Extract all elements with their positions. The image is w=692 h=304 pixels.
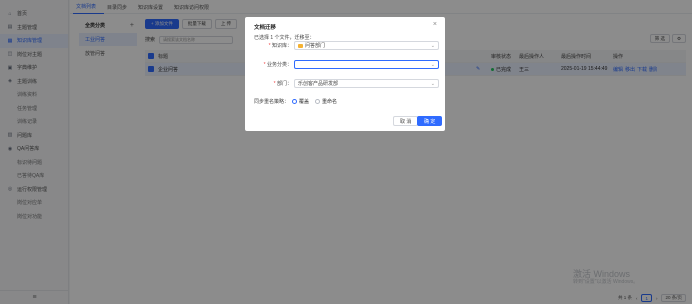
field-label: * 知识库： (268, 43, 292, 49)
radio-selected-icon (292, 99, 298, 105)
field-label: * 部门： (273, 81, 292, 87)
close-icon[interactable]: × (433, 21, 437, 28)
knowledge-base-select[interactable]: 问答部门 ⌄ (294, 41, 439, 50)
strategy-label: 同步重名策略： (254, 99, 290, 105)
field-label: * 业务分类： (263, 62, 292, 68)
migrate-dialog: 文档迁移 × 已选择 1 个文件，迁移至： * 知识库： 问答部门 ⌄ * 业务… (245, 17, 445, 131)
selection-summary: 已选择 1 个文件，迁移至： (254, 35, 315, 41)
chevron-down-icon: ⌄ (430, 42, 435, 49)
confirm-button[interactable]: 确 定 (417, 116, 443, 126)
chevron-down-icon: ⌄ (430, 61, 435, 68)
field-knowledge-base: * 知识库： 问答部门 ⌄ (254, 41, 439, 50)
folder-icon (298, 43, 303, 48)
strategy-overwrite-radio[interactable]: 覆盖 (292, 98, 309, 105)
field-business-category: * 业务分类： ⌄ (254, 60, 439, 69)
field-strategy: 同步重名策略： 覆盖 重命名 (254, 97, 337, 106)
business-category-select[interactable]: ⌄ (294, 60, 439, 69)
department-select[interactable]: 乐创客产品研发部 ⌄ (294, 79, 439, 88)
chevron-down-icon: ⌄ (430, 80, 435, 87)
cancel-button[interactable]: 取 消 (393, 116, 419, 126)
dialog-title: 文档迁移 (254, 25, 277, 31)
field-department: * 部门： 乐创客产品研发部 ⌄ (254, 79, 439, 88)
strategy-rename-radio[interactable]: 重命名 (315, 98, 337, 105)
radio-unselected-icon (315, 99, 321, 105)
